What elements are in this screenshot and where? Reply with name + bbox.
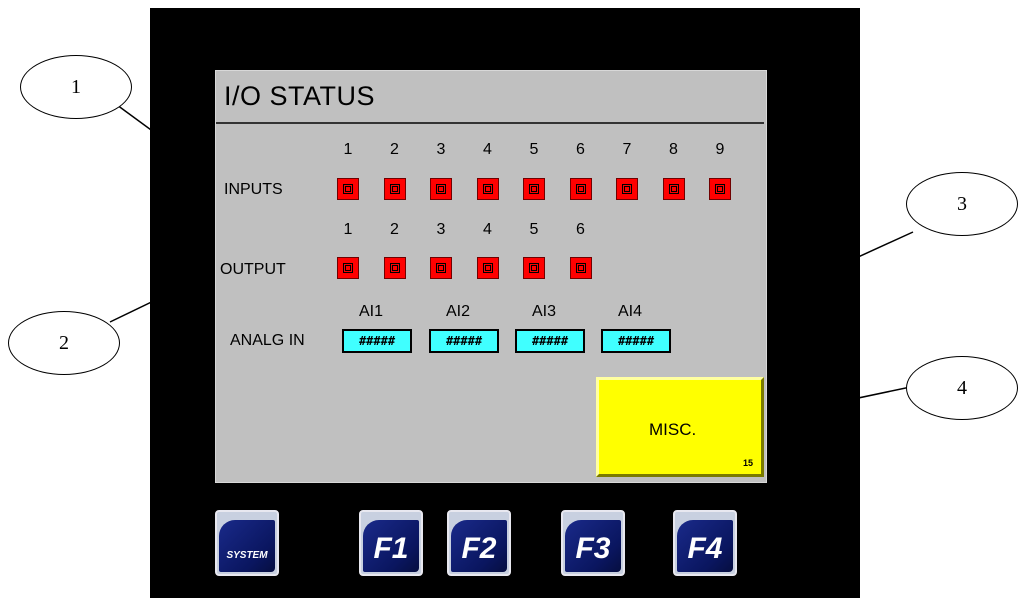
output-number-6: 6 — [576, 221, 585, 238]
analog-channel-label: AI2 — [445, 303, 470, 320]
input-number-2: 2 — [390, 141, 399, 158]
output-indicator-core — [345, 265, 351, 271]
f1-key-label: F1 — [373, 532, 409, 565]
input-indicator-core — [531, 186, 537, 192]
output-number-3: 3 — [436, 221, 446, 238]
input-number-9: 9 — [715, 141, 725, 158]
output-label: OUTPUT — [220, 261, 286, 278]
input-number-4: 4 — [483, 141, 492, 158]
title-divider — [216, 122, 764, 124]
output-indicator-1 — [337, 257, 359, 279]
input-indicator-4 — [476, 178, 499, 200]
callout-1: 1 — [20, 55, 132, 119]
f2-key-label: F2 — [461, 532, 497, 565]
inputs-label: INPUTS — [224, 181, 283, 198]
hmi-screen: I/O STATUS INPUTS 1 2 3 4 5 6 7 8 9 OUTPUT 1 2 3 4 5… — [215, 70, 767, 483]
input-number-3: 3 — [436, 141, 446, 158]
callout-1-number: 1 — [71, 76, 81, 98]
f2-key[interactable]: F2 — [447, 510, 511, 576]
callout-3-number: 3 — [957, 193, 967, 215]
output-indicator-6 — [569, 257, 592, 279]
input-indicator-8 — [662, 178, 685, 200]
output-indicator-core — [484, 265, 491, 271]
output-number-5: 5 — [529, 221, 539, 238]
system-key[interactable]: SYSTEM — [215, 510, 279, 576]
input-indicator-9 — [709, 178, 731, 200]
input-number-1: 1 — [343, 141, 353, 158]
analog-value-field: ##### — [342, 329, 412, 353]
input-indicator-core — [345, 186, 351, 192]
input-indicator-2 — [383, 178, 406, 200]
system-key-face — [219, 520, 275, 572]
page-title: I/O STATUS — [224, 81, 376, 111]
input-number-5: 5 — [529, 141, 539, 158]
output-indicator-4 — [476, 257, 499, 279]
misc-button-label: MISC. — [649, 420, 697, 439]
input-indicator-core — [670, 186, 677, 192]
output-number-4: 4 — [483, 221, 492, 238]
input-indicator-6 — [569, 178, 592, 200]
input-indicator-1 — [337, 178, 359, 200]
input-indicator-core — [484, 186, 491, 192]
callout-4: 4 — [906, 356, 1018, 420]
input-number-8: 8 — [669, 141, 678, 158]
input-indicator-core — [577, 186, 584, 192]
input-number-7: 7 — [622, 141, 632, 158]
output-indicator-core — [391, 265, 398, 271]
input-indicator-core — [438, 186, 444, 192]
misc-button-number: 15 — [742, 458, 753, 468]
system-key-label: SYSTEM — [226, 550, 268, 561]
analog-value-field: ##### — [515, 329, 585, 353]
f4-key-label: F4 — [687, 532, 723, 565]
output-indicator-2 — [383, 257, 406, 279]
input-indicator-5 — [523, 178, 545, 200]
input-indicator-7 — [616, 178, 638, 200]
output-indicator-core — [438, 265, 444, 271]
analog-value-field: ##### — [429, 329, 499, 353]
output-number-2: 2 — [390, 221, 399, 238]
f3-key[interactable]: F3 — [561, 510, 625, 576]
misc-button[interactable]: MISC. 15 — [596, 377, 764, 477]
output-indicator-5 — [523, 257, 545, 279]
callout-2-number: 2 — [59, 332, 69, 354]
f1-key[interactable]: F1 — [359, 510, 423, 576]
analog-in-label: ANALG IN — [230, 332, 305, 349]
output-indicator-core — [531, 265, 537, 271]
output-indicator-3 — [430, 257, 452, 279]
analog-channel-label: AI3 — [531, 303, 556, 320]
callout-2: 2 — [8, 311, 120, 375]
output-number-1: 1 — [343, 221, 353, 238]
input-indicator-core — [624, 186, 630, 192]
f4-key[interactable]: F4 — [673, 510, 737, 576]
analog-channel-label: AI4 — [617, 303, 642, 320]
callout-3: 3 — [906, 172, 1018, 236]
output-indicator-core — [577, 265, 584, 271]
input-indicator-3 — [430, 178, 452, 200]
input-indicator-core — [717, 186, 723, 192]
analog-channel-label: AI1 — [358, 303, 383, 320]
analog-value-field: ##### — [601, 329, 671, 353]
input-number-6: 6 — [576, 141, 585, 158]
input-indicator-core — [391, 186, 398, 192]
callout-4-number: 4 — [957, 377, 967, 399]
f3-key-label: F3 — [575, 532, 611, 565]
